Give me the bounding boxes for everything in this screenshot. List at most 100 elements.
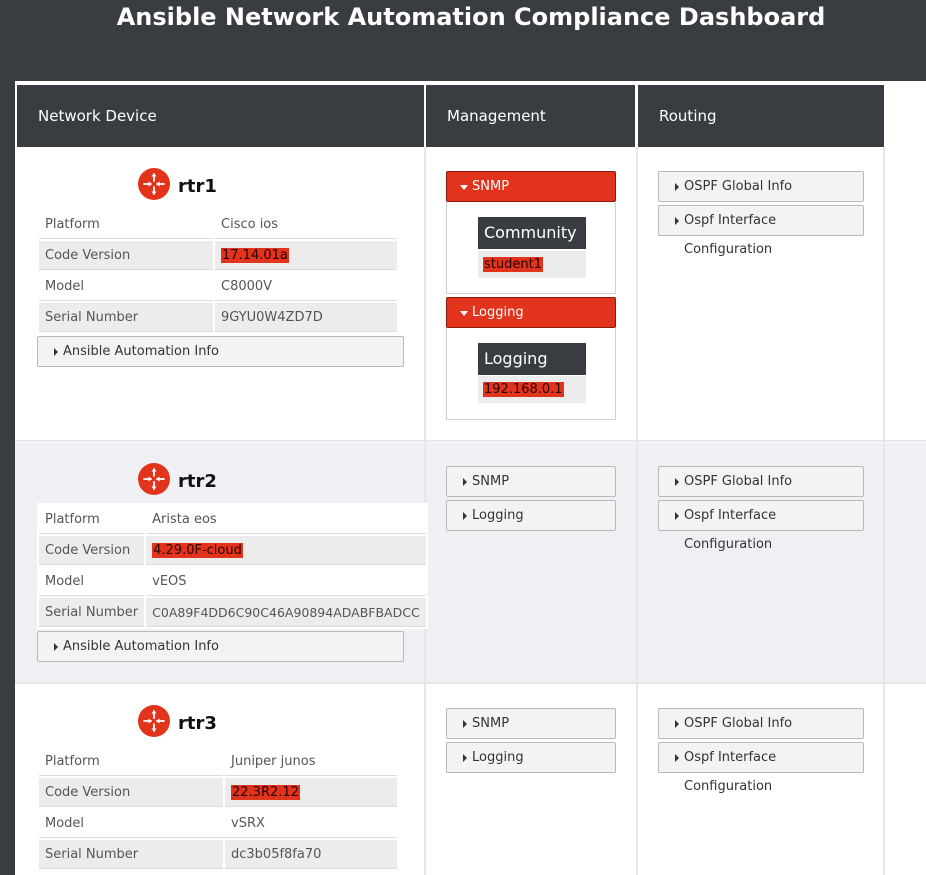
snmp-toggle[interactable]: SNMP [446, 466, 616, 497]
device-info-table: Platform Juniper junos Code Version 22.3… [37, 745, 399, 871]
ospf-global-toggle[interactable]: OSPF Global Info [658, 171, 864, 202]
code-version-value: 4.29.0F-cloud [152, 542, 243, 558]
table-row: Serial Number dc3b05f8fa70 [39, 840, 397, 869]
logging-host-header: Logging Host [478, 343, 586, 400]
platform-value: Juniper junos [225, 747, 397, 776]
model-value: vSRX [225, 809, 397, 838]
logging-toggle[interactable]: Logging [446, 742, 616, 773]
code-version-value: 17.14.01a [221, 247, 289, 263]
logging-toggle[interactable]: Logging [446, 500, 616, 531]
table-row: Code Version 17.14.01a [39, 241, 397, 270]
ospf-global-label: OSPF Global Info [684, 716, 793, 731]
ospf-global-label: OSPF Global Info [684, 179, 793, 194]
logging-panel: Logging Host 192.168.0.1 [446, 328, 616, 420]
model-value: vEOS [146, 567, 426, 596]
snmp-label: SNMP [472, 716, 510, 731]
column-header-routing: Routing [638, 85, 884, 147]
serial-label: Serial Number [39, 840, 223, 869]
router-icon [138, 705, 170, 737]
community-header: Community [478, 217, 586, 249]
logging-label: Logging [472, 305, 524, 320]
ospf-global-label: OSPF Global Info [684, 474, 793, 489]
logging-host-cell: 192.168.0.1 [478, 376, 586, 403]
table-row: Code Version 22.3R2.12 [39, 778, 397, 807]
platform-value: Cisco ios [215, 210, 397, 239]
ospf-global-toggle[interactable]: OSPF Global Info [658, 708, 864, 739]
ospf-interface-label: Ospf Interface Configuration [684, 508, 777, 552]
serial-label: Serial Number [39, 598, 145, 627]
code-version-value: 22.3R2.12 [231, 784, 300, 800]
caret-right-icon [675, 183, 679, 191]
serial-value: C0A89F4DD6C90C46A90894ADABFBADCC [146, 598, 426, 627]
platform-value: Arista eos [146, 505, 426, 534]
ospf-interface-toggle[interactable]: Ospf Interface Configuration [658, 742, 864, 794]
table-row: Code Version 4.29.0F-cloud [39, 536, 426, 565]
table-row: Serial Number 9GYU0W4ZD7D [39, 303, 397, 332]
logging-label: Logging [472, 508, 524, 523]
model-label: Model [39, 567, 145, 596]
compliance-grid: Network Device Management Routing rtr1 P… [15, 81, 926, 875]
ansible-info-toggle[interactable]: Ansible Automation Info [37, 631, 404, 662]
ansible-info-label: Ansible Automation Info [63, 639, 219, 654]
table-row: Serial Number C0A89F4DD6C90C46A90894ADAB… [39, 598, 426, 627]
snmp-label: SNMP [472, 474, 510, 489]
serial-value: dc3b05f8fa70 [225, 840, 397, 869]
row-divider [15, 440, 926, 442]
caret-right-icon [463, 478, 467, 486]
caret-down-icon [460, 185, 468, 190]
column-divider [883, 147, 885, 875]
snmp-panel: Community student1 [446, 202, 616, 294]
table-row: Platform Arista eos [39, 505, 426, 534]
ansible-info-toggle[interactable]: Ansible Automation Info [37, 336, 404, 367]
ospf-interface-toggle[interactable]: Ospf Interface Configuration [658, 500, 864, 552]
page-title: Ansible Network Automation Compliance Da… [116, 3, 826, 31]
device-info-table: Platform Cisco ios Code Version 17.14.01… [37, 208, 399, 334]
platform-label: Platform [39, 505, 145, 534]
table-row: Model vSRX [39, 809, 397, 838]
serial-value: 9GYU0W4ZD7D [215, 303, 397, 332]
model-label: Model [39, 809, 223, 838]
device-info-table: Platform Arista eos Code Version 4.29.0F… [37, 503, 428, 629]
table-row: Model vEOS [39, 567, 426, 596]
code-version-label: Code Version [39, 778, 223, 807]
platform-label: Platform [39, 210, 213, 239]
model-label: Model [39, 272, 213, 301]
serial-label: Serial Number [39, 303, 213, 332]
community-value: student1 [483, 257, 543, 272]
router-icon [138, 168, 170, 200]
community-cell: student1 [478, 251, 586, 278]
caret-right-icon [675, 478, 679, 486]
caret-right-icon [675, 512, 679, 520]
platform-label: Platform [39, 747, 223, 776]
snmp-label: SNMP [472, 179, 510, 194]
caret-right-icon [675, 217, 679, 225]
ospf-global-toggle[interactable]: OSPF Global Info [658, 466, 864, 497]
code-version-label: Code Version [39, 536, 145, 565]
ospf-interface-label: Ospf Interface Configuration [684, 750, 777, 794]
ospf-interface-toggle[interactable]: Ospf Interface Configuration [658, 205, 864, 257]
caret-right-icon [675, 720, 679, 728]
snmp-toggle[interactable]: SNMP [446, 708, 616, 739]
table-row: Platform Cisco ios [39, 210, 397, 239]
caret-right-icon [54, 348, 58, 356]
code-version-label: Code Version [39, 241, 213, 270]
table-row: Model C8000V [39, 272, 397, 301]
ansible-info-label: Ansible Automation Info [63, 344, 219, 359]
column-divider [636, 147, 638, 875]
caret-right-icon [463, 512, 467, 520]
caret-right-icon [675, 754, 679, 762]
logging-toggle[interactable]: Logging [446, 297, 616, 328]
column-header-device: Network Device [17, 85, 424, 147]
snmp-toggle[interactable]: SNMP [446, 171, 616, 202]
logging-label: Logging [472, 750, 524, 765]
caret-down-icon [460, 311, 468, 316]
row-divider [15, 682, 926, 684]
caret-right-icon [463, 720, 467, 728]
logging-host-value: 192.168.0.1 [483, 382, 564, 397]
column-header-management: Management [426, 85, 635, 147]
caret-right-icon [463, 754, 467, 762]
device-name: rtr3 [178, 713, 217, 734]
table-row: Platform Juniper junos [39, 747, 397, 776]
model-value: C8000V [215, 272, 397, 301]
caret-right-icon [54, 643, 58, 651]
